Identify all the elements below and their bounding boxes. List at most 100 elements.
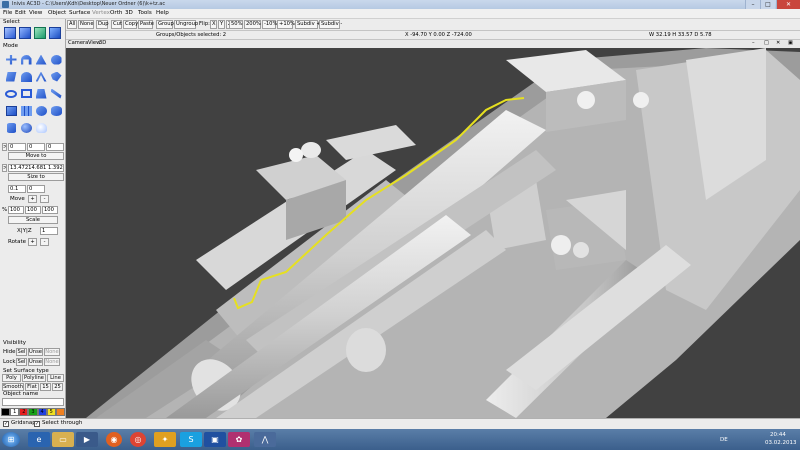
zoom-minus-10-button[interactable]: -10% [262, 20, 277, 29]
start-button-icon[interactable]: ⊞ [2, 432, 20, 447]
size-to-button[interactable]: Size to [8, 173, 64, 181]
lock-sel-button[interactable]: Sel [16, 358, 27, 366]
palette-swatch[interactable]: 5 [46, 408, 56, 416]
rotate-axis-label[interactable]: X|Y|Z [17, 228, 32, 234]
photo-icon[interactable]: ▣ [204, 432, 226, 447]
rotate-minus-button[interactable]: - [40, 238, 49, 246]
surface-polyline-button[interactable]: Polyline [22, 374, 46, 382]
sphere-create-icon[interactable] [33, 103, 49, 118]
surface-line-button[interactable]: Line [47, 374, 64, 382]
menu-view[interactable]: View [29, 10, 42, 16]
lathe-tool-icon[interactable] [48, 69, 64, 84]
rectangle-tool-icon[interactable] [18, 86, 34, 101]
bend-tool-icon[interactable] [18, 69, 34, 84]
tube-create-icon[interactable] [3, 120, 19, 135]
media-player-icon[interactable]: ▶ [76, 432, 98, 447]
box-tool-icon[interactable] [3, 69, 19, 84]
pos-x-field[interactable]: 0 [8, 143, 26, 151]
firefox-icon[interactable]: ◉ [106, 432, 122, 447]
move-plus-button[interactable]: + [28, 195, 37, 203]
chrome-icon[interactable]: ◎ [130, 432, 146, 447]
rotate-tool-icon[interactable] [18, 52, 34, 67]
menu-object[interactable]: Object [48, 10, 66, 16]
duplicate-button[interactable]: Dup [96, 20, 109, 29]
move-step-field[interactable]: 0.1 [8, 185, 26, 193]
close-button[interactable]: ✕ [776, 0, 800, 9]
3d-scene[interactable] [66, 40, 800, 418]
viewport-maximize-button[interactable]: □ [764, 40, 769, 46]
size-field[interactable]: 13.47214.681 1.392 [8, 164, 64, 172]
language-indicator[interactable]: DE [720, 437, 728, 443]
move-minus-button[interactable]: - [40, 195, 49, 203]
polygon-tool-icon[interactable] [33, 86, 49, 101]
scale-y-field[interactable]: 100 [25, 206, 41, 214]
game-icon[interactable]: ✦ [154, 432, 176, 447]
menu-surface[interactable]: Surface [69, 10, 90, 16]
ellipse-tool-icon[interactable] [3, 86, 19, 101]
menu-edit[interactable]: Edit [15, 10, 26, 16]
cut-button[interactable]: Cut [111, 20, 122, 29]
maximize-button[interactable]: □ [760, 0, 775, 9]
light-create-icon[interactable] [33, 120, 49, 135]
select-through-checkbox[interactable]: ✓ [34, 421, 40, 427]
palette-swatch[interactable]: 1 [10, 408, 20, 416]
palette-swatch[interactable]: 2 [19, 408, 29, 416]
scale-tool-icon[interactable] [33, 52, 49, 67]
ac3d-icon[interactable]: ⋀ [254, 432, 276, 447]
flat-button[interactable]: Flat [25, 383, 39, 391]
zoom-50-button[interactable]: 50% [229, 20, 243, 29]
object-name-field[interactable] [2, 398, 64, 406]
clock-date[interactable]: 03.02.2013 [765, 440, 797, 446]
viewport-restore-button[interactable]: ▣ [788, 40, 793, 46]
line-tool-icon[interactable] [48, 86, 64, 101]
ball-create-icon[interactable] [18, 120, 34, 135]
cylinder-create-icon[interactable] [48, 103, 64, 118]
gridsnap-checkbox[interactable]: ✓ [3, 421, 9, 427]
palette-swatch[interactable] [55, 408, 65, 416]
flip-x-button[interactable]: X [210, 20, 217, 29]
hide-unsel-button[interactable]: Unsel [28, 348, 43, 356]
viewport-3d-menu[interactable]: 3D [99, 40, 106, 46]
lock-none-button[interactable]: None [44, 358, 60, 366]
hide-sel-button[interactable]: Sel [16, 348, 27, 356]
hide-none-button[interactable]: None [44, 348, 60, 356]
internet-explorer-icon[interactable]: e [28, 432, 50, 447]
arc-tool-icon[interactable] [33, 69, 49, 84]
menu-3d[interactable]: 3D [125, 10, 133, 16]
paste-button[interactable]: Paste [138, 20, 154, 29]
smooth-button[interactable]: Smooth [2, 383, 24, 391]
menu-tools[interactable]: Tools [138, 10, 152, 16]
zoom-200-button[interactable]: 200% [244, 20, 261, 29]
paint-icon[interactable]: ✿ [228, 432, 250, 447]
select-vertex-cube-icon[interactable] [4, 27, 16, 39]
size-arrow-button[interactable]: > [2, 164, 7, 172]
menu-orth[interactable]: Orth [110, 10, 122, 16]
select-surface-cube-icon[interactable] [34, 27, 46, 39]
viewport-minimize-button[interactable]: – [752, 40, 755, 46]
scale-button[interactable]: Scale [8, 216, 58, 224]
rotate-field[interactable]: 1 [40, 227, 58, 235]
copy-button[interactable]: Copy [123, 20, 138, 29]
subdiv-minus-button[interactable]: Subdiv - [319, 20, 342, 29]
lock-unsel-button[interactable]: Unsel [28, 358, 43, 366]
select-object-cube-icon[interactable] [19, 27, 31, 39]
scale-x-field[interactable]: 100 [8, 206, 24, 214]
zoom-plus-10-button[interactable]: +10% [277, 20, 295, 29]
mesh-create-icon[interactable] [18, 103, 34, 118]
3d-viewport[interactable]: Camera View 3D – □ ✕ ▣ [66, 40, 800, 418]
select-group-cube-icon[interactable] [49, 27, 61, 39]
crease-25-button[interactable]: 25 [52, 383, 63, 391]
move-to-button[interactable]: Move to [8, 152, 64, 160]
select-none-button[interactable]: None [78, 20, 94, 29]
surface-poly-button[interactable]: Poly [2, 374, 21, 382]
viewport-close-button[interactable]: ✕ [776, 40, 780, 46]
menu-help[interactable]: Help [156, 10, 169, 16]
move-step-field-2[interactable]: 0 [27, 185, 45, 193]
group-button[interactable]: Group [156, 20, 174, 29]
palette-swatch[interactable] [1, 408, 11, 416]
viewport-camera-menu[interactable]: Camera [68, 40, 88, 46]
select-all-button[interactable]: All [67, 20, 77, 29]
crease-15-button[interactable]: 15 [40, 383, 51, 391]
scale-z-field[interactable]: 100 [42, 206, 58, 214]
position-arrow-button[interactable]: > [2, 143, 7, 151]
